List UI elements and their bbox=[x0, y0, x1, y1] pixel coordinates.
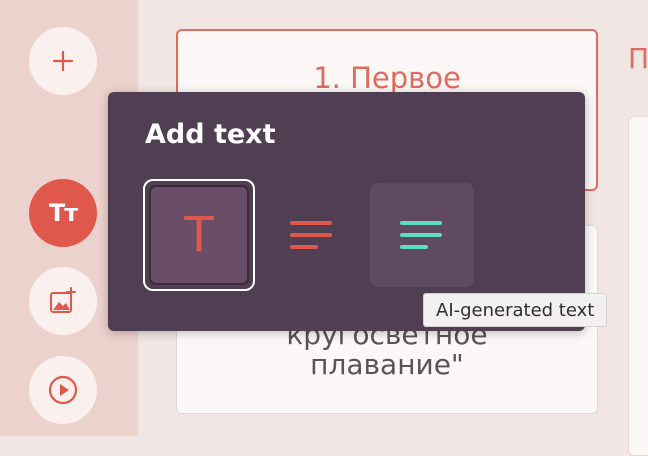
slide-2-line-2: плавание" bbox=[310, 348, 464, 381]
heading-option-tile: T bbox=[149, 185, 249, 285]
paragraph-text-option[interactable] bbox=[260, 183, 364, 287]
next-slide-title-fragment: П bbox=[628, 42, 648, 75]
slide-1-title: 1. Первое bbox=[313, 61, 461, 95]
add-image-tool-button[interactable] bbox=[29, 267, 97, 335]
add-text-tool-button[interactable]: Tт bbox=[29, 179, 97, 247]
text-tool-icon: Tт bbox=[48, 199, 78, 227]
paragraph-lines-icon bbox=[290, 221, 332, 249]
add-video-tool-button[interactable] bbox=[29, 356, 97, 424]
ai-generated-text-option[interactable] bbox=[370, 183, 474, 287]
plus-icon bbox=[52, 50, 74, 72]
ai-text-lines-icon bbox=[400, 221, 442, 249]
play-icon bbox=[48, 375, 78, 405]
next-slide-card[interactable] bbox=[628, 116, 648, 456]
popup-title: Add text bbox=[145, 119, 276, 150]
add-slide-button[interactable] bbox=[29, 27, 97, 95]
add-image-icon bbox=[50, 287, 76, 313]
ai-text-tooltip: AI-generated text bbox=[423, 293, 608, 327]
heading-t-icon: T bbox=[184, 207, 214, 263]
heading-text-option[interactable]: T bbox=[143, 179, 255, 291]
